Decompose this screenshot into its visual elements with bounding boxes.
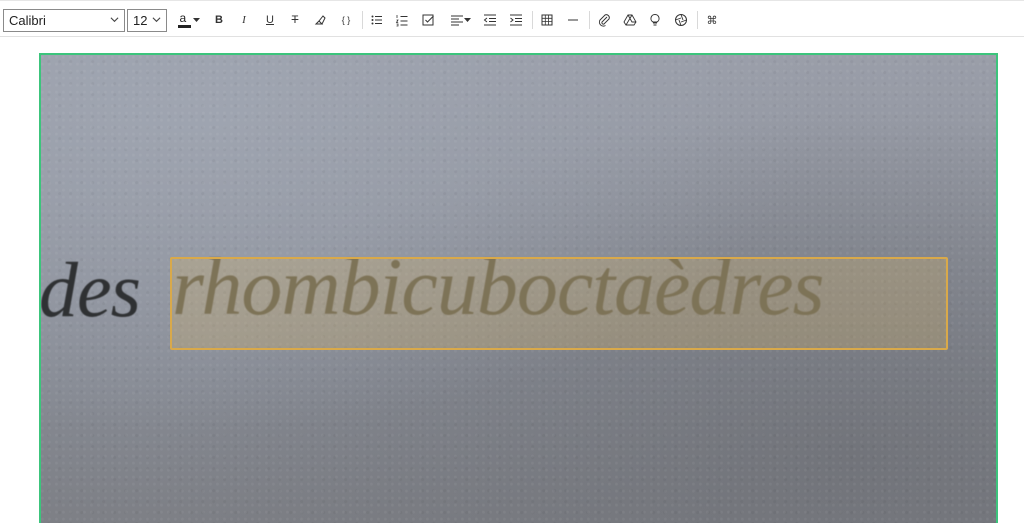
font-size-select[interactable]: 12 bbox=[127, 9, 167, 32]
formatting-toolbar: Calibri 12 a B I U T { } ⌘ bbox=[0, 0, 1024, 37]
chevron-down-icon bbox=[110, 17, 119, 23]
command-icon: ⌘ bbox=[706, 14, 718, 27]
text-color-button[interactable]: a bbox=[174, 9, 202, 31]
highlighter-icon bbox=[314, 15, 326, 25]
drive-icon bbox=[623, 14, 637, 26]
numbered-list-icon bbox=[395, 15, 408, 27]
shortcuts-button[interactable]: ⌘ bbox=[703, 9, 721, 31]
code-icon: { } bbox=[341, 15, 351, 25]
table-icon bbox=[541, 14, 553, 26]
sticker-button[interactable] bbox=[672, 9, 690, 31]
underline-button[interactable]: U bbox=[261, 9, 279, 31]
bold-icon: B bbox=[215, 14, 223, 26]
underline-icon: U bbox=[266, 14, 274, 26]
horizontal-rule-icon bbox=[568, 19, 578, 21]
attach-button[interactable] bbox=[595, 9, 613, 31]
text-color-letter: a bbox=[179, 11, 187, 25]
font-family-value: Calibri bbox=[9, 13, 46, 28]
strikethrough-button[interactable]: T bbox=[286, 9, 304, 31]
paperclip-icon bbox=[598, 14, 610, 27]
font-size-value: 12 bbox=[133, 13, 148, 28]
toolbar-divider bbox=[532, 11, 533, 29]
font-family-select[interactable]: Calibri bbox=[3, 9, 125, 32]
text-color-icon: a bbox=[177, 11, 193, 29]
italic-button[interactable]: I bbox=[235, 9, 253, 31]
bullet-list-button[interactable] bbox=[368, 9, 386, 31]
outdent-button[interactable] bbox=[481, 9, 499, 31]
strikethrough-icon: T bbox=[291, 14, 299, 26]
italic-icon: I bbox=[242, 14, 246, 26]
numbered-list-button[interactable] bbox=[393, 9, 411, 31]
horizontal-rule-button[interactable] bbox=[564, 9, 582, 31]
align-left-icon bbox=[450, 15, 463, 26]
toolbar-divider bbox=[362, 11, 363, 29]
highlight-button[interactable] bbox=[311, 9, 329, 31]
outdent-icon bbox=[483, 14, 496, 26]
indent-icon bbox=[510, 14, 522, 26]
photo-wall-texture: des rhombicuboctaèdres bbox=[41, 55, 996, 523]
checkbox-icon bbox=[422, 14, 434, 26]
toolbar-divider bbox=[697, 11, 698, 29]
selected-image[interactable]: des rhombicuboctaèdres bbox=[39, 53, 998, 523]
code-button[interactable]: { } bbox=[336, 9, 356, 31]
toolbar-divider bbox=[589, 11, 590, 29]
photo-text-left: des bbox=[39, 246, 141, 333]
emoji-button[interactable] bbox=[646, 9, 664, 31]
insert-table-button[interactable] bbox=[538, 9, 556, 31]
checklist-button[interactable] bbox=[419, 9, 437, 31]
text-detection-box[interactable] bbox=[170, 257, 948, 350]
bold-button[interactable]: B bbox=[210, 9, 228, 31]
chevron-down-icon bbox=[152, 17, 161, 23]
indent-button[interactable] bbox=[507, 9, 525, 31]
lightbulb-icon bbox=[650, 13, 660, 26]
align-button[interactable] bbox=[446, 9, 474, 31]
drive-button[interactable] bbox=[621, 9, 639, 31]
caret-down-icon bbox=[192, 17, 200, 22]
bullet-list-icon bbox=[371, 15, 382, 25]
caret-down-icon bbox=[463, 17, 471, 22]
aperture-icon bbox=[675, 14, 687, 26]
